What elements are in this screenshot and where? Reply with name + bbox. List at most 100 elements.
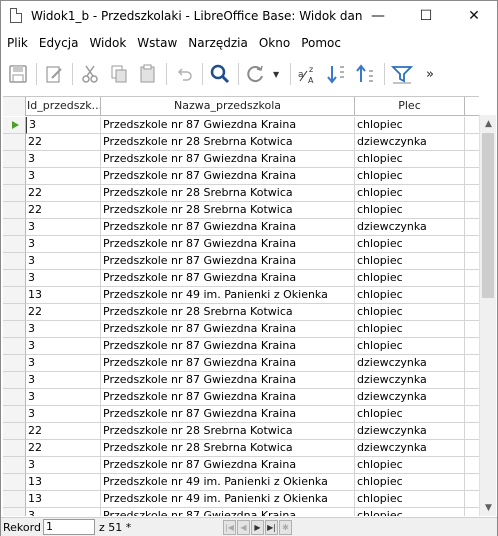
table-row[interactable]: 3 Przedszkole nr 87 Gwiezdna Kraina chlopi… — [3, 236, 479, 253]
maximize-button[interactable]: ☐ — [403, 1, 449, 30]
table-row[interactable]: 22 Przedszkole nr 28 Srebrna Kotwica chlop… — [3, 185, 479, 202]
table-row[interactable]: 3 Przedszkole nr 87 Gwiezdna Kraina dziewc… — [3, 372, 479, 389]
cell-nazwa[interactable]: Przedszkole nr 49 im. Panienki z Okienka — [101, 287, 355, 304]
vertical-scrollbar[interactable]: ▲ ▼ — [479, 115, 496, 516]
cell-plec[interactable]: chlopiec — [355, 185, 465, 202]
refresh-dropdown-icon[interactable]: ▼ — [273, 70, 283, 79]
cell-nazwa[interactable]: Przedszkole nr 49 im. Panienki z Okienka — [101, 474, 355, 491]
cell-id[interactable]: 22 — [26, 134, 101, 151]
cell-id[interactable]: 3 — [26, 151, 101, 168]
cell-nazwa[interactable]: Przedszkole nr 87 Gwiezdna Kraina — [101, 406, 355, 423]
table-row[interactable]: 22 Przedszkole nr 28 Srebrna Kotwica dziew… — [3, 440, 479, 457]
row-selector[interactable] — [3, 287, 26, 304]
table-row[interactable]: 22 Przedszkole nr 28 Srebrna Kotwica dziew… — [3, 134, 479, 151]
table-row[interactable]: 3 Przedszkole nr 87 Gwiezdna Kraina chlopi… — [3, 117, 479, 134]
cell-nazwa[interactable]: Przedszkole nr 87 Gwiezdna Kraina — [101, 151, 355, 168]
undo-icon[interactable] — [172, 62, 196, 86]
cell-plec[interactable]: dziewczynka — [355, 423, 465, 440]
row-selector[interactable] — [3, 474, 26, 491]
table-row[interactable]: 3 Przedszkole nr 87 Gwiezdna Kraina chlopi… — [3, 253, 479, 270]
column-header-nazwa[interactable]: Nazwa_przedszkola — [101, 97, 355, 116]
sort-icon[interactable]: azA — [296, 62, 320, 86]
cell-id[interactable]: 13 — [26, 474, 101, 491]
cell-nazwa[interactable]: Przedszkole nr 87 Gwiezdna Kraina — [101, 508, 355, 516]
cell-id[interactable]: 3 — [26, 372, 101, 389]
cell-plec[interactable]: chlopiec — [355, 304, 465, 321]
cell-id[interactable]: 3 — [26, 270, 101, 287]
cell-id[interactable]: 3 — [26, 406, 101, 423]
row-selector[interactable] — [3, 151, 26, 168]
cell-plec[interactable]: chlopiec — [355, 338, 465, 355]
row-selector[interactable] — [3, 134, 26, 151]
minimize-button[interactable]: — — [355, 1, 401, 30]
cell-nazwa[interactable]: Przedszkole nr 28 Srebrna Kotwica — [101, 423, 355, 440]
cell-id[interactable]: 22 — [26, 185, 101, 202]
cell-id[interactable]: 3 — [26, 219, 101, 236]
cell-nazwa[interactable]: Przedszkole nr 28 Srebrna Kotwica — [101, 440, 355, 457]
cell-id[interactable]: 3 — [26, 338, 101, 355]
row-selector[interactable] — [3, 406, 26, 423]
cell-nazwa[interactable]: Przedszkole nr 87 Gwiezdna Kraina — [101, 168, 355, 185]
table-row[interactable]: 13 Przedszkole nr 49 im. Panienki z Okien… — [3, 474, 479, 491]
refresh-icon[interactable] — [244, 62, 268, 86]
cell-nazwa[interactable]: Przedszkole nr 87 Gwiezdna Kraina — [101, 457, 355, 474]
row-selector[interactable] — [3, 508, 26, 516]
row-selector[interactable] — [3, 389, 26, 406]
menu-wstaw[interactable]: Wstaw — [137, 36, 177, 50]
cell-plec[interactable]: chlopiec — [355, 253, 465, 270]
scrollbar-thumb[interactable] — [482, 133, 494, 298]
cell-id[interactable]: 3 — [26, 389, 101, 406]
copy-icon[interactable] — [107, 62, 131, 86]
cell-nazwa[interactable]: Przedszkole nr 87 Gwiezdna Kraina — [101, 372, 355, 389]
row-selector[interactable] — [3, 355, 26, 372]
title-bar[interactable]: Widok1_b - Przedszkolaki - LibreOffice B… — [1, 1, 497, 30]
scroll-down-icon[interactable]: ▼ — [480, 499, 497, 516]
close-button[interactable]: ✕ — [451, 1, 497, 30]
paste-icon[interactable] — [136, 62, 160, 86]
table-row[interactable]: 3 Przedszkole nr 87 Gwiezdna Kraina chlopi… — [3, 270, 479, 287]
previous-record-icon[interactable]: ◀ — [237, 519, 250, 535]
cell-id[interactable]: 3 — [26, 168, 101, 185]
row-selector[interactable] — [3, 440, 26, 457]
cell-plec[interactable]: chlopiec — [355, 117, 465, 134]
first-record-icon[interactable]: |◀ — [223, 519, 236, 535]
cell-nazwa[interactable]: Przedszkole nr 49 im. Panienki z Okienka — [101, 491, 355, 508]
cell-id[interactable]: 13 — [26, 287, 101, 304]
table-row[interactable]: 3 Przedszkole nr 87 Gwiezdna Kraina chlopi… — [3, 457, 479, 474]
menu-plik[interactable]: Plik — [7, 36, 28, 50]
table-row[interactable]: 3 Przedszkole nr 87 Gwiezdna Kraina chlopi… — [3, 151, 479, 168]
row-selector[interactable] — [3, 168, 26, 185]
find-icon[interactable] — [208, 62, 232, 86]
row-selector[interactable] — [3, 219, 26, 236]
cell-nazwa[interactable]: Przedszkole nr 87 Gwiezdna Kraina — [101, 270, 355, 287]
cell-plec[interactable]: dziewczynka — [355, 389, 465, 406]
new-record-icon[interactable]: ✱ — [279, 519, 292, 535]
sort-descending-icon[interactable] — [354, 62, 378, 86]
next-record-icon[interactable]: ▶ — [251, 519, 264, 535]
row-selector[interactable] — [3, 304, 26, 321]
cell-nazwa[interactable]: Przedszkole nr 28 Srebrna Kotwica — [101, 202, 355, 219]
cell-plec[interactable]: dziewczynka — [355, 134, 465, 151]
table-row[interactable]: 3 Przedszkole nr 87 Gwiezdna Kraina chlopi… — [3, 338, 479, 355]
table-row[interactable]: 22 Przedszkole nr 28 Srebrna Kotwica chlop… — [3, 304, 479, 321]
table-row[interactable]: 3 Przedszkole nr 87 Gwiezdna Kraina dziewc… — [3, 355, 479, 372]
autofilter-icon[interactable] — [390, 62, 414, 86]
cell-plec[interactable]: dziewczynka — [355, 219, 465, 236]
table-row[interactable]: 13 Przedszkole nr 49 im. Panienki z Okien… — [3, 287, 479, 304]
cell-plec[interactable]: chlopiec — [355, 474, 465, 491]
cell-id[interactable]: 22 — [26, 440, 101, 457]
record-number-input[interactable]: 1 — [43, 519, 95, 535]
cell-nazwa[interactable]: Przedszkole nr 28 Srebrna Kotwica — [101, 134, 355, 151]
row-selector[interactable] — [3, 372, 26, 389]
menu-edycja[interactable]: Edycja — [39, 36, 79, 50]
edit-icon[interactable] — [42, 62, 66, 86]
table-row[interactable]: 3 Przedszkole nr 87 Gwiezdna Kraina chlopi… — [3, 406, 479, 423]
row-selector[interactable] — [3, 338, 26, 355]
cell-nazwa[interactable]: Przedszkole nr 87 Gwiezdna Kraina — [101, 321, 355, 338]
row-selector[interactable] — [3, 253, 26, 270]
cell-plec[interactable]: dziewczynka — [355, 440, 465, 457]
row-selector[interactable] — [3, 423, 26, 440]
row-selector[interactable] — [3, 117, 26, 134]
cell-plec[interactable]: chlopiec — [355, 202, 465, 219]
cell-id[interactable]: 22 — [26, 202, 101, 219]
